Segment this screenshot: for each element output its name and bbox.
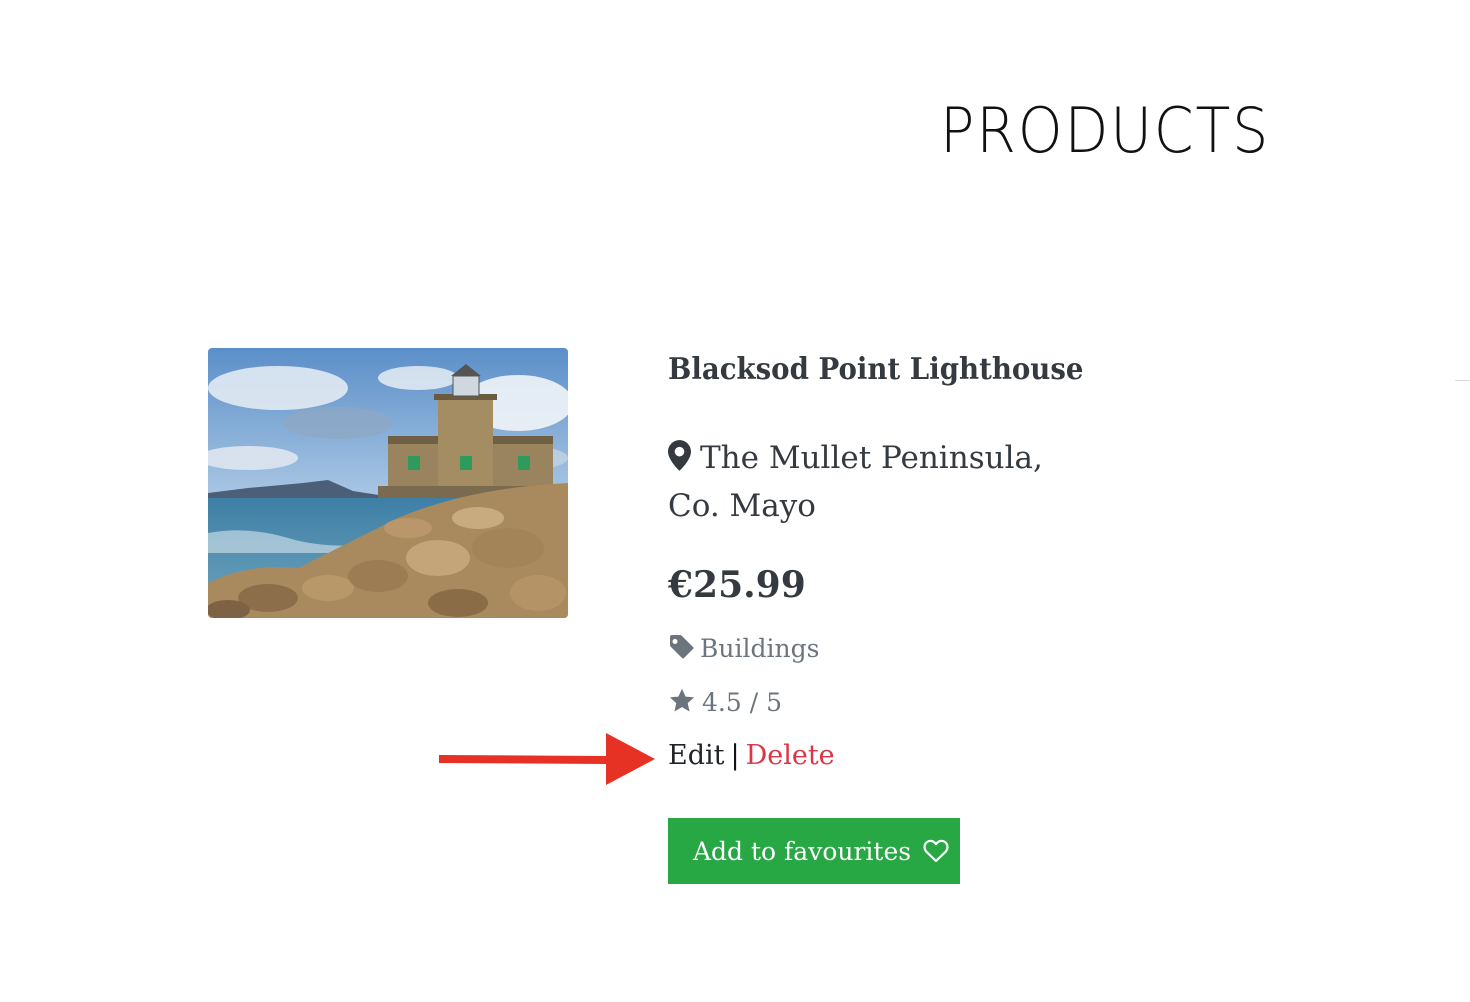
page-title: PRODUCTS bbox=[940, 94, 1271, 167]
divider bbox=[1455, 380, 1470, 381]
delete-link[interactable]: Delete bbox=[746, 740, 835, 771]
star-icon bbox=[669, 688, 695, 712]
edit-link[interactable]: Edit bbox=[668, 740, 724, 771]
lighthouse-photo bbox=[208, 348, 568, 618]
category-label: Buildings bbox=[700, 634, 820, 663]
add-to-favourites-label: Add to favourites bbox=[693, 836, 912, 866]
product-rating: 4.5 / 5 bbox=[668, 687, 782, 717]
tag-icon bbox=[670, 635, 694, 659]
rating-value: 4.5 / 5 bbox=[702, 688, 782, 717]
map-marker-icon bbox=[668, 440, 691, 471]
product-location: The Mullet Peninsula, Co. Mayo bbox=[668, 434, 1098, 530]
product-price: €25.99 bbox=[668, 564, 806, 606]
annotation-arrow bbox=[439, 733, 655, 785]
product-image[interactable] bbox=[208, 348, 568, 618]
product-name[interactable]: Blacksod Point Lighthouse bbox=[668, 350, 1083, 389]
product-actions: Edit | Delete bbox=[668, 740, 835, 771]
location-text: The Mullet Peninsula, Co. Mayo bbox=[668, 440, 1043, 524]
add-to-favourites-button[interactable]: Add to favourites bbox=[668, 818, 960, 884]
product-category: Buildings bbox=[668, 634, 819, 663]
action-separator: | bbox=[730, 740, 740, 771]
product-details: Blacksod Point Lighthouse The Mullet Pen… bbox=[668, 350, 1108, 884]
heart-outline-icon bbox=[923, 839, 949, 862]
